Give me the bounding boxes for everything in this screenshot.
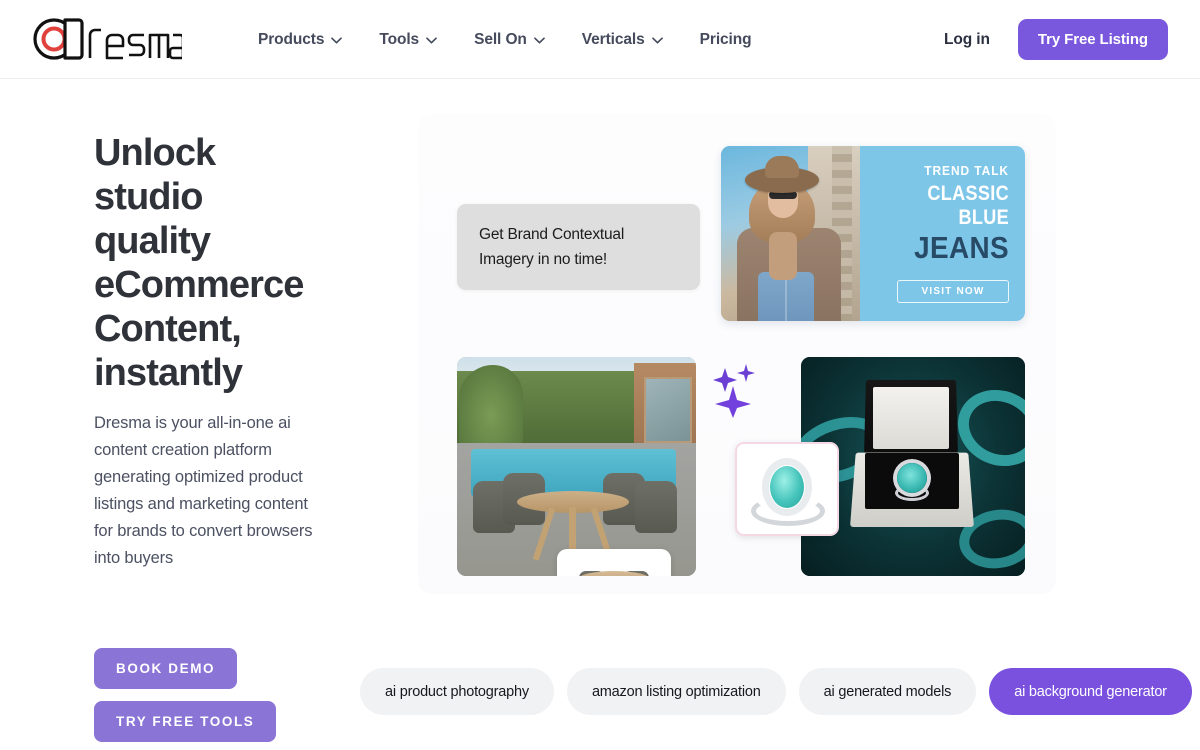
- hero-cta-group: BOOK DEMO TRY FREE TOOLS: [94, 648, 277, 742]
- nav-item-verticals[interactable]: Verticals: [582, 31, 663, 49]
- nav-label: Sell On: [474, 30, 527, 48]
- banner-copy: TREND TALK CLASSIC BLUE JEANS VISIT NOW: [860, 146, 1025, 321]
- hero-text-column: Unlock studio quality eCommerce Content,…: [94, 131, 359, 742]
- pill-amazon-listing-optimization[interactable]: amazon listing optimization: [566, 668, 786, 715]
- hero-collage: Get Brand Contextual Imagery in no time!…: [418, 114, 1056, 614]
- hero-subtext: Dresma is your all-in-one ai content cre…: [94, 414, 313, 567]
- try-free-tools-button[interactable]: TRY FREE TOOLS: [94, 701, 277, 742]
- patio-furniture-photo: [457, 357, 696, 576]
- inset-ring-stone: [770, 466, 804, 508]
- nav-label: Verticals: [581, 30, 645, 48]
- dresma-logo[interactable]: [32, 13, 182, 63]
- pill-ai-background-generator[interactable]: ai background generator: [989, 668, 1192, 715]
- banner-visit-now-button[interactable]: VISIT NOW: [897, 280, 1009, 303]
- header-actions: Log in Try Free Listing: [944, 0, 1168, 79]
- patio-bush: [459, 365, 523, 449]
- nav-item-pricing[interactable]: Pricing: [700, 31, 752, 49]
- jewelry-box-lid-lining: [873, 387, 949, 449]
- chevron-down-icon: [331, 37, 343, 44]
- dresma-aperture-logo-icon: [32, 15, 182, 61]
- brand-contextual-card: Get Brand Contextual Imagery in no time!: [457, 204, 700, 290]
- trend-talk-banner: TREND TALK CLASSIC BLUE JEANS VISIT NOW: [721, 146, 1025, 321]
- nav-label: Pricing: [699, 30, 752, 48]
- nav-item-products[interactable]: Products: [258, 30, 343, 49]
- pill-ai-product-photography[interactable]: ai product photography: [360, 668, 554, 715]
- patio-chair: [635, 481, 677, 533]
- chevron-down-icon: [651, 37, 663, 44]
- patio-window: [644, 377, 692, 443]
- brand-contextual-card-text: Get Brand Contextual Imagery in no time!: [479, 226, 625, 268]
- nav-label: Tools: [379, 30, 420, 48]
- banner-line-1: CLASSIC BLUE: [927, 182, 1009, 229]
- try-free-listing-button[interactable]: Try Free Listing: [1017, 19, 1168, 60]
- nav-item-tools[interactable]: Tools: [379, 31, 437, 49]
- sparkles-icon: [710, 362, 760, 418]
- page-title: Unlock studio quality eCommerce Content,…: [94, 132, 304, 394]
- main-nav: Products Tools Sell On Verticals Pricing: [258, 0, 752, 79]
- site-header: Products Tools Sell On Verticals Pricing: [0, 0, 1200, 79]
- pill-ai-generated-models[interactable]: ai generated models: [798, 668, 977, 715]
- book-demo-button[interactable]: BOOK DEMO: [94, 648, 238, 689]
- nav-label: Products: [258, 30, 325, 48]
- jewelry-product-inset: [735, 442, 839, 536]
- banner-model-photo: [721, 146, 860, 321]
- jewelry-ring-stone: [897, 463, 927, 493]
- photo-top: [769, 232, 797, 280]
- patio-product-inset: [557, 549, 671, 576]
- login-link[interactable]: Log in: [944, 31, 990, 49]
- chevron-down-icon: [533, 37, 545, 44]
- chevron-down-icon: [426, 37, 437, 44]
- nav-item-sell-on[interactable]: Sell On: [474, 31, 545, 49]
- photo-hat-crown: [765, 156, 799, 178]
- banner-line-2: JEANS: [914, 230, 1009, 265]
- keyword-pill-row: ai product photography amazon listing op…: [360, 668, 1192, 715]
- banner-eyebrow: TREND TALK: [924, 163, 1009, 178]
